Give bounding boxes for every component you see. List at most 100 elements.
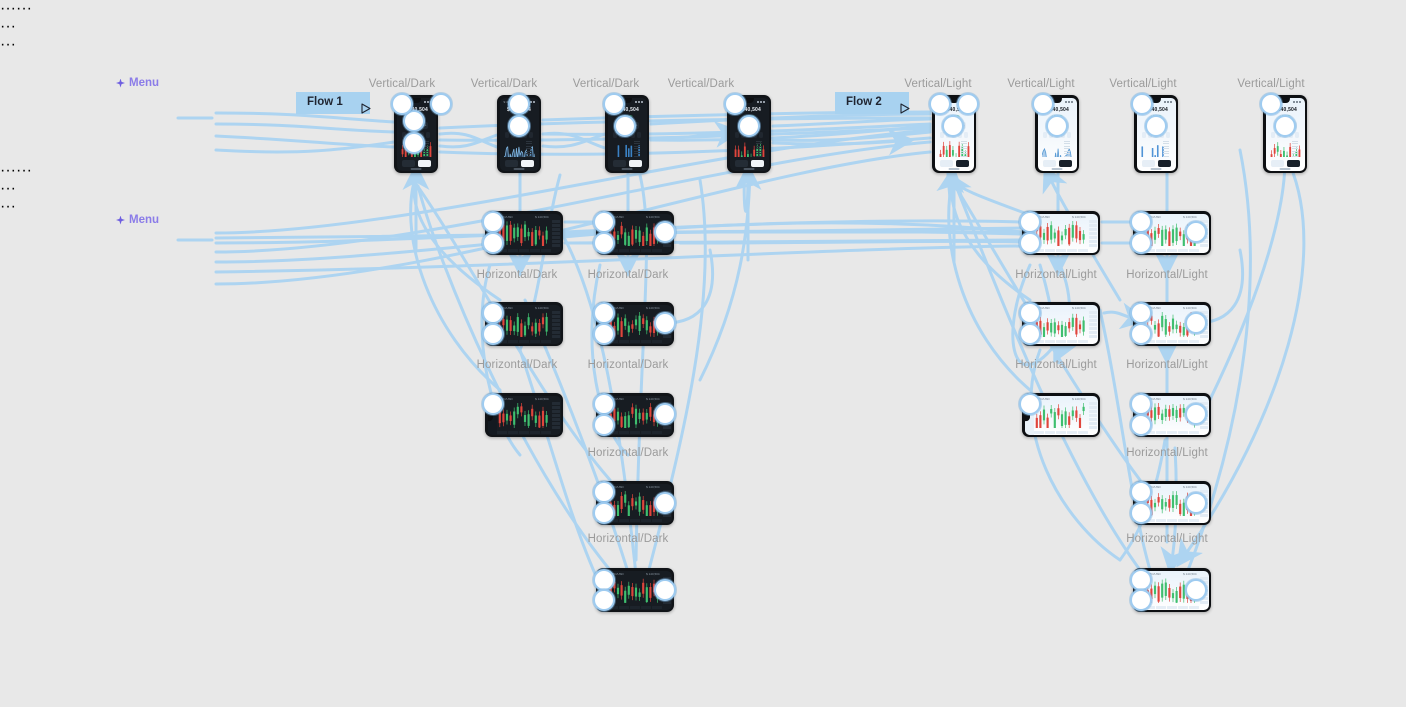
prototype-hotspot-dot[interactable] [1185, 312, 1207, 334]
frame-label[interactable]: Horizontal/Dark [477, 359, 558, 371]
prototype-hotspot-dot[interactable] [1032, 93, 1054, 115]
bottom-bar[interactable] [1144, 605, 1199, 610]
action-bar[interactable] [1270, 159, 1300, 167]
frame-label[interactable]: Horizontal/Dark [588, 269, 669, 281]
prototype-hotspot-dot[interactable] [1019, 211, 1041, 233]
overflow-dots[interactable]: ··· [0, 180, 1406, 198]
prototype-hotspot-dot[interactable] [1185, 403, 1207, 425]
chart-area[interactable] [612, 140, 643, 157]
prototype-hotspot-dot[interactable] [1145, 115, 1167, 137]
prototype-hotspot-dot[interactable] [942, 115, 964, 137]
prototype-hotspot-dot[interactable] [1274, 115, 1296, 137]
prototype-hotspot-dot[interactable] [1130, 323, 1152, 345]
prototype-hotspot-dot[interactable] [738, 115, 760, 137]
frame-label[interactable]: Horizontal/Light [1126, 533, 1208, 545]
chart-area[interactable] [1035, 402, 1086, 428]
chart-area[interactable] [1035, 312, 1086, 337]
prototype-hotspot-dot[interactable] [1130, 211, 1152, 233]
prototype-hotspot-dot[interactable] [593, 323, 615, 345]
prototype-hotspot-dot[interactable] [482, 393, 504, 415]
flow-badge-1[interactable]: Flow 1 [296, 92, 371, 114]
prototype-hotspot-dot[interactable] [1130, 569, 1152, 591]
prototype-hotspot-dot[interactable] [1019, 323, 1041, 345]
play-icon[interactable] [892, 97, 910, 114]
prototype-hotspot-dot[interactable] [1260, 93, 1282, 115]
prototype-hotspot-dot[interactable] [403, 132, 425, 154]
bottom-bar[interactable] [496, 248, 551, 253]
bottom-bar[interactable] [1144, 248, 1199, 253]
action-bar[interactable] [612, 159, 642, 167]
frame-label[interactable]: Vertical/Dark [471, 78, 538, 90]
watchlist-button[interactable] [504, 159, 518, 167]
chart-area[interactable] [1041, 140, 1073, 157]
overflow-dots[interactable]: ······ [0, 162, 1406, 180]
prototype-hotspot-dot[interactable] [1019, 393, 1041, 415]
prototype-hotspot-dot[interactable] [1131, 93, 1153, 115]
bottom-bar[interactable] [607, 248, 662, 253]
bottom-bar[interactable] [1033, 339, 1088, 344]
prototype-hotspot-dot[interactable] [1019, 302, 1041, 324]
bottom-bar[interactable] [1033, 430, 1088, 435]
chart-area[interactable] [498, 220, 549, 246]
chart-area[interactable] [498, 312, 549, 337]
frame-label[interactable]: Horizontal/Light [1126, 269, 1208, 281]
watchlist-button[interactable] [1270, 159, 1284, 167]
prototype-hotspot-dot[interactable] [603, 93, 625, 115]
frame-label[interactable]: Horizontal/Dark [477, 269, 558, 281]
prototype-hotspot-dot[interactable] [654, 579, 676, 601]
prototype-hotspot-dot[interactable] [724, 93, 746, 115]
frame-label[interactable]: Horizontal/Dark [588, 447, 669, 459]
chart-area[interactable] [609, 577, 660, 603]
chart-area[interactable] [609, 311, 660, 337]
watchlist-button[interactable] [612, 159, 626, 167]
frame-label[interactable]: Horizontal/Dark [588, 533, 669, 545]
action-bar[interactable] [1042, 159, 1072, 167]
prototype-hotspot-dot[interactable] [593, 589, 615, 611]
prototype-hotspot-dot[interactable] [1130, 481, 1152, 503]
prototype-hotspot-dot[interactable] [593, 569, 615, 591]
chart-area[interactable] [1035, 220, 1086, 246]
prototype-hotspot-dot[interactable] [482, 323, 504, 345]
frame-label[interactable]: Horizontal/Light [1015, 359, 1097, 371]
prototype-hotspot-dot[interactable] [1130, 414, 1152, 436]
frame-label[interactable]: Vertical/Light [1237, 78, 1304, 90]
watchlist-button[interactable] [401, 159, 415, 167]
action-bar[interactable] [401, 159, 431, 167]
right-toolbar[interactable] [1088, 214, 1098, 253]
trade-button[interactable] [1058, 159, 1072, 167]
prototype-hotspot-dot[interactable] [957, 93, 979, 115]
right-toolbar[interactable] [551, 396, 561, 435]
frame-label[interactable]: Horizontal/Light [1015, 269, 1097, 281]
bottom-bar[interactable] [607, 339, 662, 344]
prototype-hotspot-dot[interactable] [593, 414, 615, 436]
right-toolbar[interactable] [1088, 305, 1098, 344]
trade-button[interactable] [417, 159, 431, 167]
prototype-hotspot-dot[interactable] [482, 302, 504, 324]
bottom-bar[interactable] [496, 430, 551, 435]
chart-area[interactable] [939, 140, 970, 157]
right-toolbar[interactable] [551, 214, 561, 253]
prototype-hotspot-dot[interactable] [593, 211, 615, 233]
prototype-hotspot-dot[interactable] [1130, 502, 1152, 524]
prototype-hotspot-dot[interactable] [1185, 221, 1207, 243]
prototype-hotspot-dot[interactable] [508, 93, 530, 115]
frame-label[interactable]: Horizontal/Light [1126, 447, 1208, 459]
bottom-bar[interactable] [496, 339, 551, 344]
bottom-bar[interactable] [607, 518, 662, 523]
action-bar[interactable] [504, 159, 534, 167]
watchlist-button[interactable] [939, 159, 953, 167]
right-toolbar[interactable] [551, 305, 561, 344]
bottom-bar[interactable] [607, 430, 662, 435]
watchlist-button[interactable] [1042, 159, 1056, 167]
prototype-hotspot-dot[interactable] [654, 492, 676, 514]
prototype-hotspot-dot[interactable] [929, 93, 951, 115]
prototype-hotspot-dot[interactable] [1185, 579, 1207, 601]
chart-area[interactable] [503, 140, 535, 157]
action-bar[interactable] [1141, 159, 1171, 167]
right-toolbar[interactable] [1088, 396, 1098, 435]
prototype-canvas[interactable]: Flow 1 Flow 2 ······ ··· ··· ······ ··· ··· … [0, 0, 1406, 707]
overflow-dots[interactable]: ······ [0, 0, 1406, 18]
chart-area[interactable] [1140, 140, 1172, 157]
trade-button[interactable] [628, 159, 642, 167]
bottom-bar[interactable] [1033, 248, 1088, 253]
